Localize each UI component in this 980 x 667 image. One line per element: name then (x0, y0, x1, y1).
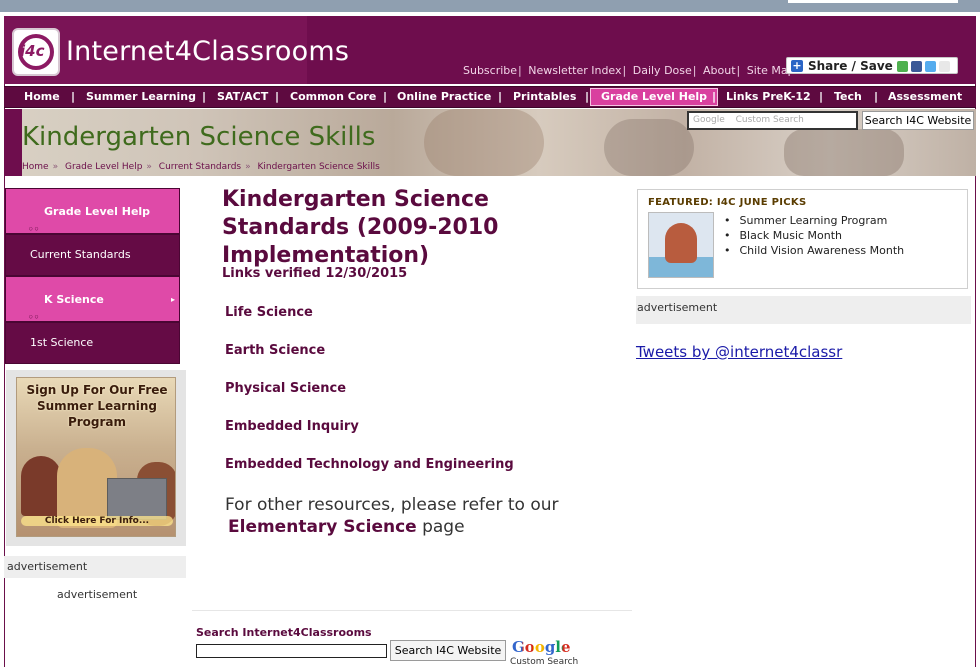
page-banner: Kindergarten Science Skills Home» Grade … (4, 109, 976, 176)
util-link-daily-dose[interactable]: Daily Dose (633, 64, 692, 77)
share-more-icon (939, 61, 950, 72)
share-plus-icon: + (791, 59, 803, 72)
summer-learning-promo: Sign Up For Our Free Summer Learning Pro… (6, 370, 186, 546)
nav-tech[interactable]: Tech (834, 87, 862, 107)
breadcrumb-home[interactable]: Home (22, 162, 49, 172)
topic-link-life-science[interactable]: Life Science (225, 305, 313, 320)
google-custom-search-label: Custom Search (510, 657, 579, 667)
featured-item-black-music-month[interactable]: Black Music Month (724, 228, 904, 243)
chevron-right-icon: ▸ (170, 295, 175, 304)
nav-common-core[interactable]: Common Core (290, 87, 376, 107)
banner-search-input[interactable]: Google Custom Search (687, 111, 858, 130)
google-logo: Google (512, 638, 571, 656)
nav-sat-act[interactable]: SAT/ACT (217, 87, 268, 107)
nav-assessment[interactable]: Assessment (888, 87, 962, 107)
bottom-search-label: Search Internet4Classrooms (196, 626, 372, 639)
sidebar-item-k-science[interactable]: ◦◦ K Science ▸ (5, 276, 180, 323)
featured-list: Summer Learning Program Black Music Mont… (724, 213, 905, 258)
featured-item-summer-learning[interactable]: Summer Learning Program (724, 213, 904, 228)
sidebar-menu: ◦◦ Grade Level Help Current Standards ◦◦ K… (5, 188, 180, 364)
browser-top-strip (0, 0, 980, 12)
nav-home[interactable]: Home (24, 87, 60, 107)
links-verified: Links verified 12/30/2015 (222, 266, 408, 281)
site-logo-text[interactable]: Internet4Classrooms (66, 36, 349, 67)
topic-link-physical-science[interactable]: Physical Science (225, 381, 346, 396)
share-facebook-icon (911, 61, 922, 72)
nav-printables[interactable]: Printables (513, 87, 576, 107)
breadcrumb-current-standards[interactable]: Current Standards (159, 162, 241, 172)
bottom-search-button[interactable]: Search I4C Website (390, 640, 506, 661)
breadcrumb: Home» Grade Level Help» Current Standard… (22, 162, 380, 172)
main-nav: Home | Summer Learning | SAT/ACT | Commo… (4, 86, 976, 108)
site-header: i4c Internet4Classrooms Subscribe| Newsl… (4, 16, 976, 84)
share-email-icon (897, 61, 908, 72)
promo-banner[interactable]: Sign Up For Our Free Summer Learning Pro… (16, 377, 176, 537)
featured-image[interactable] (648, 212, 714, 278)
elementary-science-link[interactable]: Elementary Science (228, 517, 417, 537)
top-search-tab (788, 0, 958, 3)
logo-badge-icon: i4c (12, 28, 60, 76)
share-save-button[interactable]: + Share / Save (786, 57, 958, 74)
page-title: Kindergarten Science Skills (22, 122, 376, 152)
tweets-link[interactable]: Tweets by @internet4classr (636, 343, 842, 361)
sidebar-item-current-standards[interactable]: Current Standards (5, 234, 180, 276)
util-link-subscribe[interactable]: Subscribe (463, 64, 517, 77)
featured-title: FEATURED: I4C JUNE PICKS (648, 197, 807, 208)
sidebar-ad-label-2: advertisement (57, 588, 138, 601)
sidebar-item-1st-science[interactable]: 1st Science (5, 322, 180, 364)
util-link-about[interactable]: About (703, 64, 736, 77)
sidebar-ad-label: advertisement (4, 556, 186, 578)
topic-link-earth-science[interactable]: Earth Science (225, 343, 325, 358)
nav-links-prek-12[interactable]: Links PreK-12 (726, 87, 811, 107)
featured-item-child-vision[interactable]: Child Vision Awareness Month (724, 243, 905, 258)
utility-links: Subscribe| Newsletter Index| Daily Dose|… (463, 64, 795, 77)
other-resources-text: For other resources, please refer to our… (225, 495, 559, 537)
util-link-newsletter-index[interactable]: Newsletter Index (528, 64, 621, 77)
breadcrumb-current-page: Kindergarten Science Skills (257, 162, 380, 172)
breadcrumb-grade-level-help[interactable]: Grade Level Help (65, 162, 142, 172)
sidebar-item-grade-level-help[interactable]: ◦◦ Grade Level Help (5, 188, 180, 235)
banner-search-button[interactable]: Search I4C Website (862, 111, 974, 130)
share-twitter-icon (925, 61, 936, 72)
main-heading: Kindergarten Science Standards (2009-201… (222, 187, 499, 268)
promo-footer: Click Here For Info... (21, 516, 173, 526)
promo-headline: Sign Up For Our Free Summer Learning Pro… (26, 383, 168, 429)
bottom-search-input[interactable] (196, 644, 387, 658)
logo-area[interactable]: i4c Internet4Classrooms (4, 16, 349, 84)
topic-link-embedded-inquiry[interactable]: Embedded Inquiry (225, 419, 359, 434)
featured-picks-box: FEATURED: I4C JUNE PICKS Summer Learning… (637, 189, 968, 289)
nav-online-practice[interactable]: Online Practice (397, 87, 491, 107)
right-ad-label: advertisement (636, 296, 971, 324)
topic-link-embedded-technology[interactable]: Embedded Technology and Engineering (225, 457, 514, 472)
nav-grade-level-help[interactable]: Grade Level Help (590, 88, 719, 106)
divider (192, 610, 632, 611)
nav-summer-learning[interactable]: Summer Learning (86, 87, 196, 107)
